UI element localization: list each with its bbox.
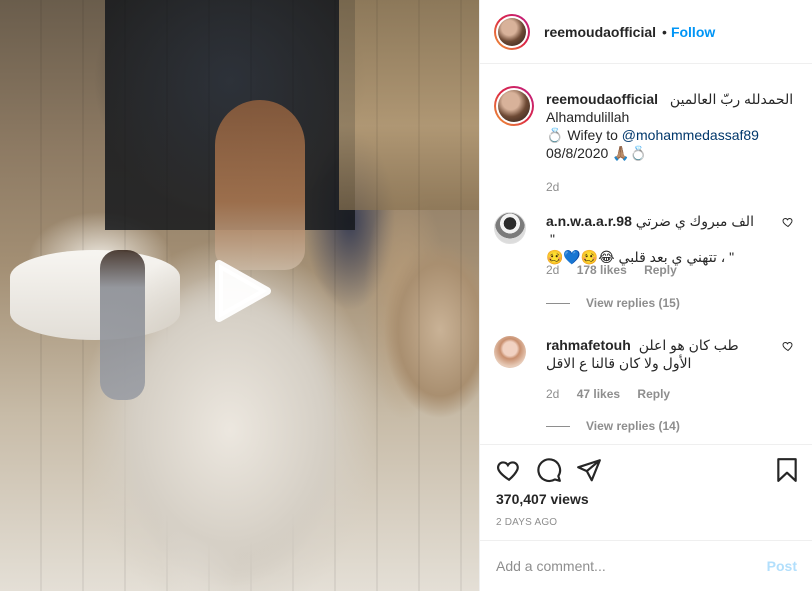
comment-bubble-icon[interactable] xyxy=(536,457,562,483)
view-replies-label: View replies (15) xyxy=(586,296,680,310)
caption-avatar[interactable] xyxy=(494,86,534,126)
author-username[interactable]: reemoudaofficial xyxy=(544,24,656,40)
view-replies-label: View replies (14) xyxy=(586,419,680,433)
comment-time[interactable]: 2d xyxy=(546,263,559,277)
like-heart-icon[interactable] xyxy=(496,457,522,483)
comment-time[interactable]: 2d xyxy=(546,387,559,401)
author-avatar[interactable] xyxy=(494,13,530,50)
posted-time[interactable]: 2 DAYS AGO xyxy=(496,517,557,528)
caption-line3-prefix: 💍 Wifey to xyxy=(546,127,622,143)
like-heart-icon[interactable] xyxy=(782,340,794,352)
comment-reply-button[interactable]: Reply xyxy=(644,263,677,277)
views-count[interactable]: 370,407 views xyxy=(496,491,589,507)
comment-avatar[interactable] xyxy=(494,336,526,368)
comment-text-line2: الأول ولا كان قالنا ع الاقل xyxy=(546,355,692,371)
video-child xyxy=(100,250,145,400)
post-actions: 370,407 views 2 DAYS AGO xyxy=(480,444,812,536)
view-replies-button[interactable]: View replies (15) xyxy=(546,296,680,310)
post-header: reemoudaofficial • Follow xyxy=(480,0,812,64)
comment-username[interactable]: a.n.w.a.a.r.98 xyxy=(546,213,632,229)
video-bride xyxy=(215,100,305,270)
caption-username[interactable]: reemoudaofficial xyxy=(546,91,658,107)
comment-username[interactable]: rahmafetouh xyxy=(546,337,631,353)
replies-divider xyxy=(546,425,570,427)
post-comment-button[interactable]: Post xyxy=(767,558,797,574)
post-video[interactable] xyxy=(0,0,479,591)
share-paper-plane-icon[interactable] xyxy=(576,457,602,483)
comments-list[interactable]: reemoudaofficial الحمدلله ربّ العالمين A… xyxy=(480,64,812,444)
add-comment-bar: Add a comment... Post xyxy=(480,540,812,591)
view-replies-button[interactable]: View replies (14) xyxy=(546,419,680,433)
add-comment-input[interactable]: Add a comment... xyxy=(496,558,767,574)
comment-reply-button[interactable]: Reply xyxy=(637,387,670,401)
caption-line4: 08/8/2020 🙏🏽💍 xyxy=(546,145,648,161)
caption-mention[interactable]: @mohammedassaf89 xyxy=(622,127,759,143)
replies-divider xyxy=(546,302,570,304)
caption-time[interactable]: 2d xyxy=(546,178,806,196)
play-icon[interactable] xyxy=(209,258,273,324)
comment-text-line1: طب كان هو اعلن xyxy=(638,337,739,353)
comment-likes[interactable]: 178 likes xyxy=(577,263,627,277)
post-side-panel: reemoudaofficial • Follow reemoudaoffici… xyxy=(479,0,812,591)
like-heart-icon[interactable] xyxy=(782,216,794,228)
save-bookmark-icon[interactable] xyxy=(774,457,800,483)
follow-button[interactable]: Follow xyxy=(671,24,715,40)
comment-avatar[interactable] xyxy=(494,212,526,244)
comment-likes[interactable]: 47 likes xyxy=(577,387,620,401)
caption-arabic: الحمدلله ربّ العالمين xyxy=(669,91,794,107)
header-separator: • xyxy=(662,23,667,40)
caption-line2: Alhamdulillah xyxy=(546,109,630,125)
